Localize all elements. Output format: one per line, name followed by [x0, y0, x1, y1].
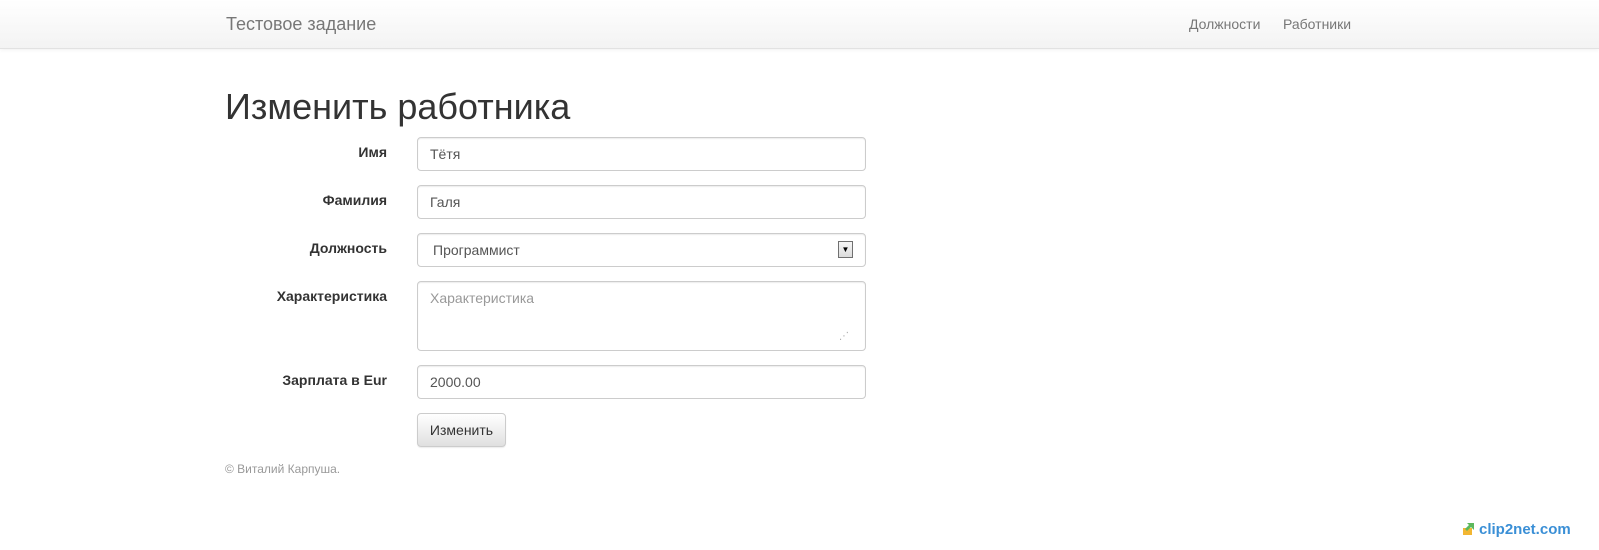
clip2net-logo-icon: [1463, 523, 1474, 535]
dropdown-arrow-icon[interactable]: ▼: [838, 241, 853, 258]
footer-copyright: © Виталий Карпуша.: [225, 462, 341, 476]
last-name-input[interactable]: [417, 185, 866, 219]
page-title: Изменить работника: [225, 86, 571, 127]
submit-button[interactable]: Изменить: [417, 413, 506, 447]
resize-grip-icon[interactable]: ⋰: [839, 331, 851, 343]
brand-link[interactable]: Тестовое задание: [226, 14, 376, 35]
watermark: clip2net.com: [1462, 518, 1571, 540]
first-name-label: Имя: [358, 144, 387, 160]
position-select-value: Программист: [433, 242, 520, 258]
watermark-text: clip2net.com: [1479, 520, 1571, 538]
last-name-label: Фамилия: [322, 192, 387, 208]
first-name-input[interactable]: [417, 137, 866, 171]
navbar: Тестовое задание Должности Работники: [0, 0, 1599, 49]
position-label: Должность: [309, 240, 387, 256]
salary-input[interactable]: [417, 365, 866, 399]
description-textarea[interactable]: [417, 281, 866, 351]
salary-label: Зарплата в Eur: [282, 372, 387, 388]
nav-link-workers[interactable]: Работники: [1283, 16, 1351, 32]
nav-link-positions[interactable]: Должности: [1189, 16, 1260, 32]
position-select[interactable]: Программист ▼: [417, 233, 866, 267]
description-label: Характеристика: [276, 288, 387, 304]
